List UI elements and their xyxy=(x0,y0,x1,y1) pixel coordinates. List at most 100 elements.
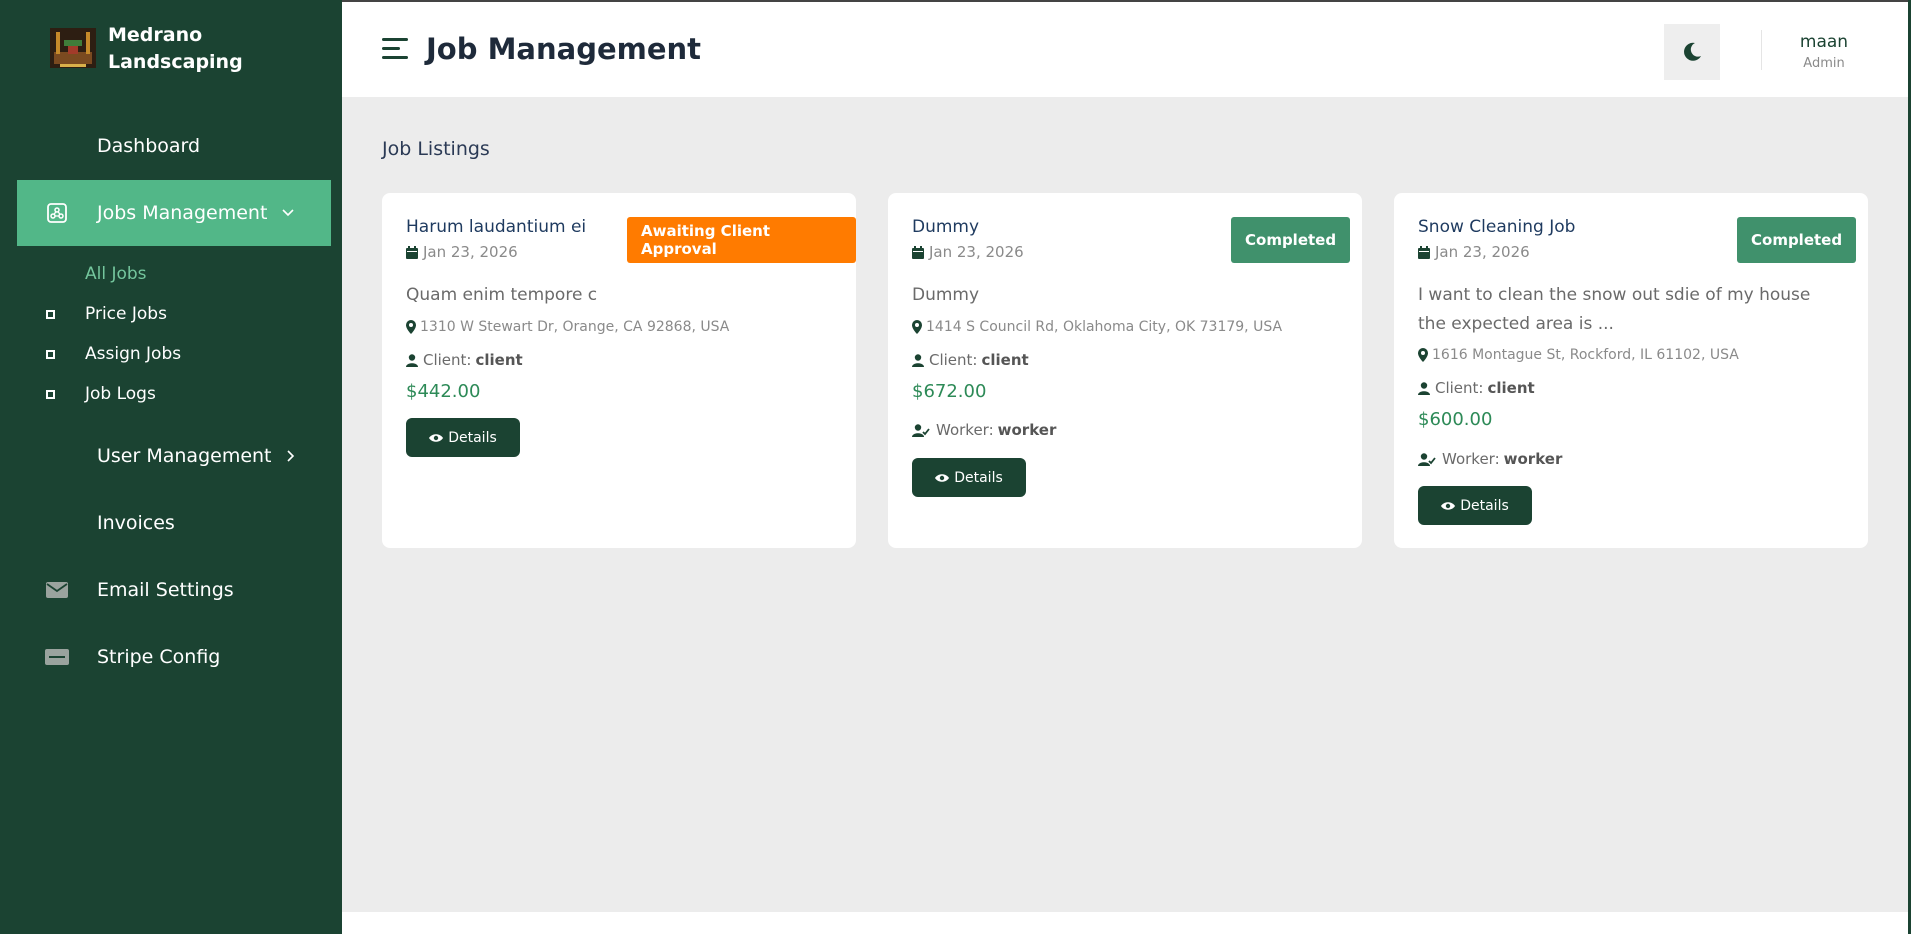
job-address-text: 1310 W Stewart Dr, Orange, CA 92868, USA xyxy=(420,319,730,335)
calendar-icon xyxy=(912,245,924,259)
square-bullet-icon xyxy=(46,309,55,319)
calendar-icon xyxy=(406,245,418,259)
sidebar: Medrano Landscaping Dashboard Jobs Manag… xyxy=(0,0,342,934)
details-button[interactable]: Details xyxy=(406,418,520,457)
sidebar-subitem-label: Assign Jobs xyxy=(85,344,182,364)
client-name: client xyxy=(1487,379,1535,397)
job-address: 1616 Montague St, Rockford, IL 61102, US… xyxy=(1418,347,1739,363)
details-label: Details xyxy=(448,429,497,446)
square-bullet-icon xyxy=(46,389,55,399)
eye-icon xyxy=(429,433,444,442)
user-icon xyxy=(912,353,924,367)
chevron-right-icon xyxy=(286,449,296,463)
sidebar-subitem-all-jobs[interactable]: All Jobs xyxy=(46,259,147,289)
brand-name-line2: Landscaping xyxy=(108,51,243,73)
details-button[interactable]: Details xyxy=(912,458,1026,497)
sidebar-item-label: Invoices xyxy=(97,512,175,534)
sidebar-item-label: Jobs Management xyxy=(97,202,268,224)
top-header: Job Management maan Admin xyxy=(342,0,1908,97)
job-price: $442.00 xyxy=(406,381,481,402)
user-name: maan xyxy=(1799,32,1849,52)
client-label: Client: xyxy=(1435,379,1484,397)
job-card: Dummy Jan 23, 2026 Completed Dummy 1414 … xyxy=(888,193,1362,548)
sidebar-subitem-label: Price Jobs xyxy=(85,304,167,324)
sidebar-item-invoices[interactable]: Invoices xyxy=(17,490,331,556)
jobs-icon xyxy=(17,203,97,223)
page-title: Job Management xyxy=(426,32,702,66)
worker-name: worker xyxy=(997,421,1057,439)
job-date: Jan 23, 2026 xyxy=(1418,243,1530,261)
job-description: Quam enim tempore c xyxy=(406,285,598,305)
details-label: Details xyxy=(954,469,1003,486)
job-client: Client: client xyxy=(406,351,523,369)
user-menu[interactable]: maan Admin xyxy=(1784,32,1864,71)
job-date: Jan 23, 2026 xyxy=(406,243,518,261)
details-label: Details xyxy=(1460,497,1509,514)
sidebar-item-label: User Management xyxy=(97,445,272,467)
job-worker: Worker: worker xyxy=(1418,450,1562,468)
sidebar-item-user-management[interactable]: User Management xyxy=(17,423,331,489)
job-date-text: Jan 23, 2026 xyxy=(423,243,518,261)
sidebar-item-jobs-management[interactable]: Jobs Management xyxy=(17,180,331,246)
job-address-text: 1414 S Council Rd, Oklahoma City, OK 731… xyxy=(926,319,1283,335)
job-worker: Worker: worker xyxy=(912,421,1056,439)
job-title: Snow Cleaning Job xyxy=(1418,217,1576,237)
job-address: 1310 W Stewart Dr, Orange, CA 92868, USA xyxy=(406,319,729,335)
job-title: Harum laudantium ei xyxy=(406,217,587,237)
worker-label: Worker: xyxy=(936,421,994,439)
job-address: 1414 S Council Rd, Oklahoma City, OK 731… xyxy=(912,319,1282,335)
user-check-icon xyxy=(912,423,930,437)
dark-mode-toggle-button[interactable] xyxy=(1664,24,1720,80)
job-client: Client: client xyxy=(912,351,1029,369)
brand-name-line1: Medrano xyxy=(108,24,203,46)
client-name: client xyxy=(475,351,523,369)
status-badge: Awaiting Client Approval xyxy=(627,217,856,263)
map-marker-icon xyxy=(406,320,416,334)
status-badge: Completed xyxy=(1231,217,1351,263)
job-price: $600.00 xyxy=(1418,409,1493,430)
sidebar-item-label: Email Settings xyxy=(97,579,234,601)
brand-logo xyxy=(50,28,96,68)
user-icon xyxy=(406,353,418,367)
status-badge: Completed xyxy=(1737,217,1857,263)
job-date-text: Jan 23, 2026 xyxy=(1435,243,1530,261)
job-address-text: 1616 Montague St, Rockford, IL 61102, US… xyxy=(1432,347,1739,363)
job-client: Client: client xyxy=(1418,379,1535,397)
stripe-icon xyxy=(17,649,97,665)
worker-label: Worker: xyxy=(1442,450,1500,468)
sidebar-subitem-label: Job Logs xyxy=(85,384,156,404)
map-marker-icon xyxy=(912,320,922,334)
client-label: Client: xyxy=(423,351,472,369)
moon-icon xyxy=(1684,42,1701,61)
sidebar-subitem-job-logs[interactable]: Job Logs xyxy=(46,379,156,409)
sidebar-item-stripe-config[interactable]: Stripe Config xyxy=(17,624,331,690)
calendar-icon xyxy=(1418,245,1430,259)
sidebar-subitem-price-jobs[interactable]: Price Jobs xyxy=(46,299,167,329)
eye-icon xyxy=(935,473,950,482)
job-description: Dummy xyxy=(912,285,980,305)
eye-icon xyxy=(1441,501,1456,510)
job-date-text: Jan 23, 2026 xyxy=(929,243,1024,261)
job-date: Jan 23, 2026 xyxy=(912,243,1024,261)
brand[interactable]: Medrano Landscaping xyxy=(48,22,243,76)
user-check-icon xyxy=(1418,452,1436,466)
client-label: Client: xyxy=(929,351,978,369)
footer xyxy=(342,912,1908,934)
sidebar-item-label: Stripe Config xyxy=(97,646,221,668)
client-name: client xyxy=(981,351,1029,369)
user-icon xyxy=(1418,381,1430,395)
chevron-down-icon xyxy=(281,208,295,218)
envelope-icon xyxy=(17,582,97,598)
worker-name: worker xyxy=(1503,450,1563,468)
header-divider xyxy=(1761,30,1762,70)
job-card: Snow Cleaning Job Jan 23, 2026 Completed… xyxy=(1394,193,1868,548)
section-title: Job Listings xyxy=(382,138,490,160)
sidebar-item-dashboard[interactable]: Dashboard xyxy=(17,113,331,179)
menu-toggle-icon[interactable] xyxy=(382,38,408,62)
sidebar-item-label: Dashboard xyxy=(97,135,201,157)
sidebar-subitem-assign-jobs[interactable]: Assign Jobs xyxy=(46,339,181,369)
sidebar-item-email-settings[interactable]: Email Settings xyxy=(17,557,331,623)
user-role: Admin xyxy=(1803,56,1845,71)
job-price: $672.00 xyxy=(912,381,987,402)
details-button[interactable]: Details xyxy=(1418,486,1532,525)
